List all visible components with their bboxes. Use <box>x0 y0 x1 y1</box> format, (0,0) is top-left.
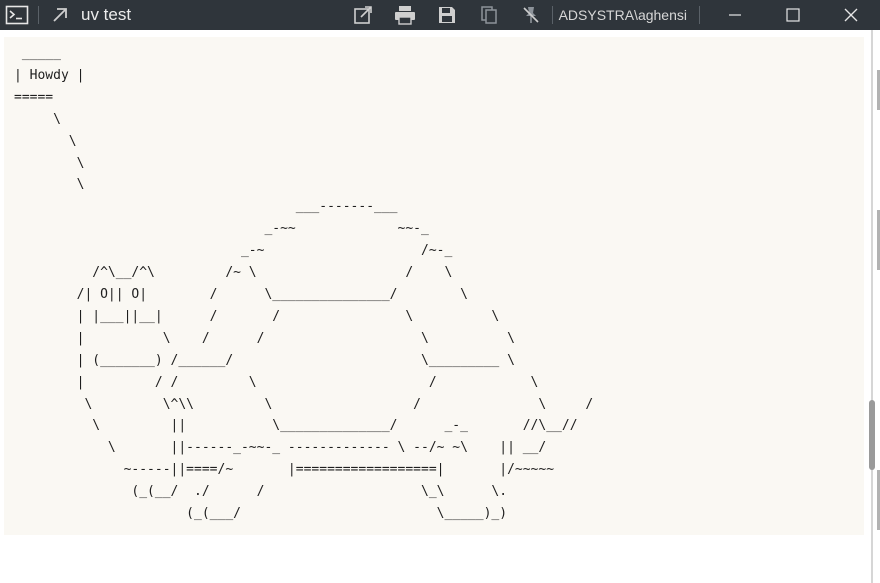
terminal-output-area[interactable]: _____ | Howdy | ===== \ \ \ \ ___-------… <box>4 37 864 535</box>
scrollbar-thumb[interactable] <box>869 400 875 470</box>
close-button[interactable] <box>822 0 880 30</box>
pin-off-icon[interactable] <box>516 0 546 30</box>
expand-arrow-icon[interactable] <box>45 0 75 30</box>
open-external-icon[interactable] <box>348 0 378 30</box>
title-bar: uv test ADSYSTRA\aghensi <box>0 0 880 30</box>
maximize-icon <box>786 8 800 22</box>
vertical-scrollbar[interactable] <box>866 30 880 583</box>
toolbar-separator <box>551 6 553 24</box>
copy-icon[interactable] <box>474 0 504 30</box>
toolbar-separator <box>38 6 39 24</box>
save-icon[interactable] <box>432 0 462 30</box>
user-label: ADSYSTRA\aghensi <box>558 7 687 23</box>
cowsay-output: _____ | Howdy | ===== \ \ \ \ ___-------… <box>14 46 594 522</box>
minimize-button[interactable] <box>706 0 764 30</box>
print-icon[interactable] <box>390 0 420 30</box>
terminal-icon[interactable] <box>2 0 32 30</box>
scrollbar-track <box>871 30 873 583</box>
maximize-button[interactable] <box>764 0 822 30</box>
minimize-icon <box>729 14 741 16</box>
toolbar-separator <box>699 6 700 24</box>
window-title: uv test <box>81 5 132 24</box>
close-icon <box>844 8 858 22</box>
